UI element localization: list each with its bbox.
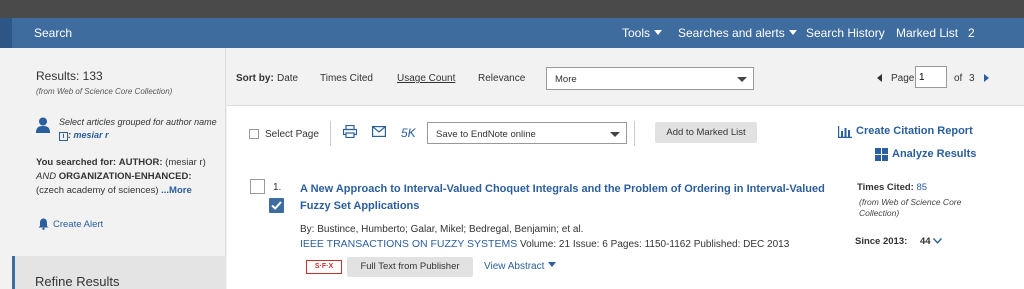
bar-chart-icon [838,126,852,138]
results-count-title: Results: 133 [36,69,103,83]
searched-org-label: ORGANIZATION-ENHANCED: [58,171,192,182]
create-alert-link[interactable]: Create Alert [53,219,103,230]
results-sidebar: Results: 133 (from Web of Science Core C… [12,48,226,289]
nav-searches-alerts-label: Searches and alerts [678,26,785,40]
export-5k-link[interactable]: 5K [401,126,416,140]
since-label: Since 2013: [855,236,908,247]
searched-org-value: (czech academy of sciences) [36,185,159,196]
nav-search-history-link[interactable]: Search History [806,26,885,40]
results-source-note: (from Web of Science Core Collection) [36,87,173,96]
more-link[interactable]: ...More [161,185,192,196]
chevron-down-icon [610,132,620,137]
checkmark-icon [271,201,282,210]
times-cited-source-note: (from Web of Science Core Collection) [859,197,962,218]
full-text-button[interactable]: Full Text from Publisher [347,257,473,277]
searched-author-label: AUTHOR: [118,157,163,168]
author-grouping-text: Select articles grouped for author name [59,117,217,127]
nav-tools-menu[interactable]: Tools [622,26,663,40]
record-authors: By: Bustince, Humberto; Galar, Mikel; Be… [300,224,584,235]
record-published: Published: DEC 2013 [693,239,790,250]
refine-results-label: Refine Results [35,274,120,289]
email-icon[interactable] [372,126,386,137]
create-citation-report-link[interactable]: Create Citation Report [856,125,973,137]
sfx-button[interactable]: S·F·X [306,260,342,274]
since-value[interactable]: 44 [920,236,931,247]
searched-prefix: You searched for: [36,157,117,168]
sort-more-select[interactable]: More [546,67,754,90]
searched-author-value: (mesiar r) [165,157,206,168]
record-marked-checkbox[interactable] [269,198,284,213]
sort-option-usage-count[interactable]: Usage Count [397,73,455,84]
select-page-checkbox[interactable] [249,129,259,139]
sort-bar: Sort by: Date Times Cited Usage Count Re… [227,48,1024,106]
chevron-down-icon [548,262,557,267]
print-icon[interactable] [343,125,357,138]
analyze-grid-icon [875,148,888,161]
analyze-results-link[interactable]: Analyze Results [892,148,976,160]
times-cited-value[interactable]: 85 [916,182,927,193]
nav-tools-label: Tools [622,26,651,40]
page-of-label: of [954,73,963,84]
nav-search-link[interactable]: Search [34,26,72,40]
next-page-icon[interactable] [984,74,989,82]
select-page-label: Select Page [265,129,319,140]
record-select-checkbox[interactable] [250,179,265,194]
nav-marked-list-link[interactable]: Marked List [896,26,958,40]
toolbar-divider [330,121,331,146]
previous-page-icon[interactable] [877,74,882,82]
searched-and-operator: AND [36,171,57,182]
sort-by-label: Sort by: [236,73,274,84]
main-nav-bar: Search Tools Searches and alerts Search … [0,18,1024,48]
view-abstract-label: View Abstract [484,261,545,272]
refine-results-header[interactable]: Refine Results [12,256,226,289]
top-dark-bar [0,0,1024,18]
record-source: IEEE TRANSACTIONS ON FUZZY SYSTEMS Volum… [300,238,789,250]
sort-option-date[interactable]: Date [277,73,298,84]
chevron-down-icon [737,77,747,82]
chevron-down-icon [788,30,797,35]
record-volume: Volume: 21 [520,239,571,250]
marked-list-count[interactable]: 2 [968,26,975,40]
nav-searches-alerts-menu[interactable]: Searches and alerts [678,26,797,40]
times-cited-label: Times Cited: [857,182,914,193]
chevron-down-icon[interactable] [933,238,943,244]
results-main-panel: Sort by: Date Times Cited Usage Count Re… [227,48,1024,289]
add-to-marked-list-button[interactable]: Add to Marked List [655,122,757,143]
sort-option-times-cited[interactable]: Times Cited [320,73,373,84]
save-to-select[interactable]: Save to EndNote online [427,122,627,144]
record-title-link[interactable]: A New Approach to Interval-Valued Choque… [300,181,830,215]
record-journal-link[interactable]: IEEE TRANSACTIONS ON FUZZY SYSTEMS [300,238,517,250]
view-abstract-toggle[interactable]: View Abstract [484,261,557,272]
save-to-value: Save to EndNote online [436,129,536,140]
page-number-input[interactable] [915,66,947,88]
chevron-down-icon [654,30,663,35]
author-grouping-note: Select articles grouped for author name … [59,117,217,141]
toolbar-divider [634,121,635,146]
record-number: 1. [273,182,282,193]
page-label: Page [891,73,915,84]
times-cited: Times Cited: 85 [857,182,927,193]
sort-option-relevance[interactable]: Relevance [478,73,525,84]
author-grouping-link[interactable]: mesiar r [74,130,109,140]
sort-more-value: More [555,74,577,85]
search-query-summary: You searched for: AUTHOR: (mesiar r) AND… [36,156,214,198]
usage-since: Since 2013: 44 [855,236,943,247]
bell-icon [38,218,49,230]
record-pages: Pages: 1150-1162 [610,239,691,250]
record-issue: Issue: 6 [572,239,608,250]
person-icon [36,117,50,133]
total-pages: 3 [969,73,975,84]
info-icon[interactable]: i [59,132,68,141]
